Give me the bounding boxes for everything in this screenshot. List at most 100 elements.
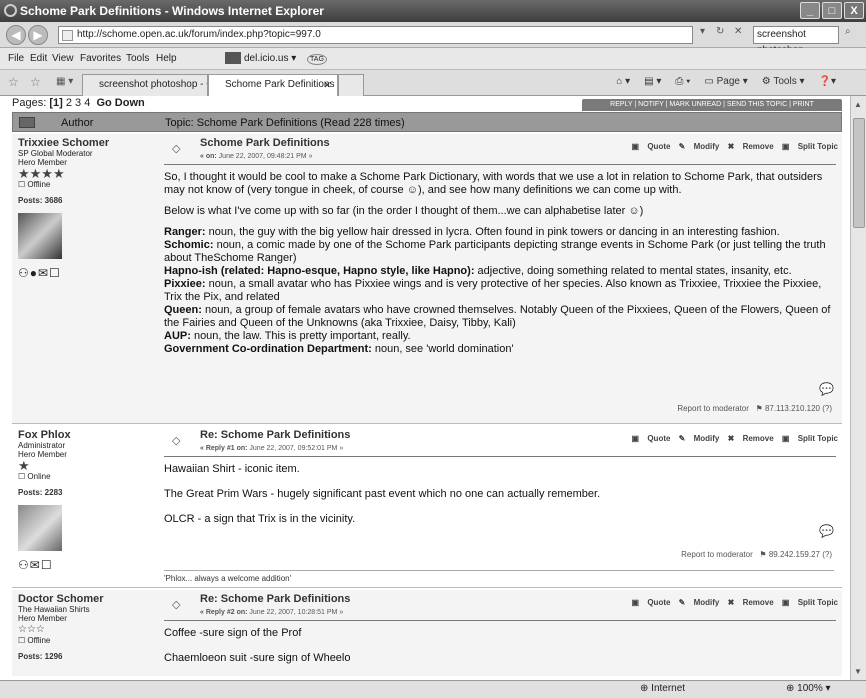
home-icon[interactable]: ⌂ ▾ xyxy=(616,76,630,87)
menu-bar: File Edit View Favorites Tools Help del.… xyxy=(0,48,866,70)
reply-bubble-icon[interactable]: 💬 xyxy=(819,382,834,396)
post-1-role1: SP Global Moderator xyxy=(18,149,93,158)
page-icon xyxy=(62,30,73,41)
url-input[interactable]: http://schome.open.ac.uk/forum/index.php… xyxy=(58,26,693,44)
minimize-button[interactable]: _ xyxy=(800,2,820,19)
post-1-status: Offline xyxy=(27,180,51,189)
stop-icon[interactable]: ✕ xyxy=(734,26,742,37)
back-icon[interactable]: ◀ xyxy=(6,25,26,45)
definition-text: noun, the law. This is pretty important,… xyxy=(190,330,411,342)
post-3-date-prefix: « Reply #2 on: xyxy=(200,609,248,616)
close-button[interactable]: X xyxy=(844,2,864,19)
topic-header-row: Author Topic: Schome Park Definitions (R… xyxy=(12,112,842,132)
page-menu[interactable]: ▭ Page ▾ xyxy=(704,76,747,87)
post-1-author[interactable]: Trixxiee Schomer xyxy=(18,137,146,149)
topic-actions-bar[interactable]: REPLY | NOTIFY | MARK UNREAD | SEND THIS… xyxy=(582,99,842,111)
page-link-2[interactable]: 2 xyxy=(66,97,72,109)
maximize-button[interactable]: □ xyxy=(822,2,842,19)
definition-item: Hapno-ish (related: Hapno-esque, Hapno s… xyxy=(164,265,836,278)
page-link-3[interactable]: 3 xyxy=(75,97,81,109)
search-input[interactable]: screenshot photoshop xyxy=(753,26,839,56)
definition-term: Government Co-ordination Department: xyxy=(164,343,372,355)
zoom-level: 100% xyxy=(797,683,823,694)
print-icon[interactable]: ⎙ ▾ xyxy=(675,76,690,87)
tab-close-icon[interactable]: ✕ xyxy=(323,75,331,95)
topic-column-header: Topic: Schome Park Definitions (Read 228… xyxy=(165,117,405,129)
menu-help[interactable]: Help xyxy=(156,53,177,64)
modify-button[interactable]: ✎ Modify xyxy=(679,142,720,151)
scroll-down-icon[interactable]: ▼ xyxy=(854,667,862,676)
modify-button[interactable]: ✎ Modify xyxy=(679,434,720,443)
scrollbar-thumb[interactable] xyxy=(853,118,865,228)
menu-edit[interactable]: Edit xyxy=(30,53,47,64)
modify-button[interactable]: ✎ Modify xyxy=(679,598,720,607)
split-label: Split Topic xyxy=(797,434,838,443)
vertical-scrollbar[interactable]: ▲ ▼ xyxy=(850,96,866,680)
tab-schome[interactable]: Schome Park Definitions ✕ xyxy=(208,74,338,96)
post-2-tools: ▣ Quote ✎ Modify ✖ Remove ▣ Split Topic xyxy=(626,434,838,443)
post-2-user-icons[interactable]: ⚇✉☐ xyxy=(18,559,146,571)
post-3-subject[interactable]: Re: Schome Park Definitions xyxy=(200,593,350,605)
tag-button[interactable]: TAG xyxy=(307,54,327,65)
ip-icon: ⚑ xyxy=(755,404,763,413)
new-tab-button[interactable] xyxy=(338,74,364,96)
post-2-subject[interactable]: Re: Schome Park Definitions xyxy=(200,429,350,441)
go-down-link[interactable]: Go Down xyxy=(96,97,144,109)
post-1: Trixxiee Schomer SP Global Moderator Her… xyxy=(12,134,842,424)
post-2-signature: 'Phlox... always a welcome addition' xyxy=(164,570,834,583)
post-3-main: ◇ Re: Schome Park Definitions « Reply #2… xyxy=(164,590,842,676)
quote-button[interactable]: ▣ Quote xyxy=(632,434,671,443)
split-topic-button[interactable]: ▣ Split Topic xyxy=(782,598,838,607)
menu-view[interactable]: View xyxy=(52,53,74,64)
page-link-4[interactable]: 4 xyxy=(84,97,90,109)
split-topic-button[interactable]: ▣ Split Topic xyxy=(782,142,838,151)
post-3-stars: ☆☆☆ xyxy=(18,624,45,635)
tools-menu[interactable]: ⚙ Tools ▾ xyxy=(762,76,805,87)
menu-file[interactable]: File xyxy=(8,53,24,64)
remove-button[interactable]: ✖ Remove xyxy=(728,598,774,607)
dropdown-icon[interactable]: ▾ xyxy=(700,26,705,37)
zoom-control[interactable]: ⊕ 100% ▾ xyxy=(786,683,831,694)
report-link[interactable]: Report to moderator xyxy=(681,550,753,559)
add-favorites-icon[interactable]: ☆ xyxy=(30,75,41,89)
post-3-author[interactable]: Doctor Schomer xyxy=(18,593,146,605)
menu-tools[interactable]: Tools xyxy=(126,53,149,64)
post-1-stars: ★★★★ xyxy=(18,166,65,181)
report-link[interactable]: Report to moderator xyxy=(677,404,749,413)
post-line: Coffee -sure sign of the Prof xyxy=(164,627,302,639)
tab-google[interactable]: screenshot photoshop - Goo... xyxy=(82,74,208,96)
modify-label: Modify xyxy=(693,598,720,607)
definition-item: Government Co-ordination Department: nou… xyxy=(164,343,836,356)
post-line: Hawaiian Shirt - iconic item. xyxy=(164,463,300,475)
quote-button[interactable]: ▣ Quote xyxy=(632,142,671,151)
post-1-user-icons[interactable]: ⚇●✉☐ xyxy=(18,267,146,279)
remove-button[interactable]: ✖ Remove xyxy=(728,142,774,151)
post-2-avatar xyxy=(18,505,62,551)
post-1-subject[interactable]: Schome Park Definitions xyxy=(200,137,330,149)
reply-bubble-icon[interactable]: 💬 xyxy=(819,524,834,538)
favorites-star-icon[interactable]: ☆ xyxy=(8,75,19,89)
scroll-up-icon[interactable]: ▲ xyxy=(854,100,862,109)
url-text: http://schome.open.ac.uk/forum/index.php… xyxy=(77,29,321,40)
post-1-subject-block: Schome Park Definitions « on: June 22, 2… xyxy=(200,138,330,162)
quote-button[interactable]: ▣ Quote xyxy=(632,598,671,607)
split-topic-button[interactable]: ▣ Split Topic xyxy=(782,434,838,443)
post-1-main: ◇ Schome Park Definitions « on: June 22,… xyxy=(164,134,842,424)
help-icon[interactable]: ❓▾ xyxy=(819,76,836,87)
refresh-icon[interactable]: ↻ xyxy=(716,26,724,37)
page-content: Pages: [1] 2 3 4 Go Down REPLY | NOTIFY … xyxy=(12,96,842,676)
search-icon[interactable]: ⌕ xyxy=(845,26,851,37)
post-2-author[interactable]: Fox Phlox xyxy=(18,429,146,441)
remove-button[interactable]: ✖ Remove xyxy=(728,434,774,443)
online-icon: ☐ xyxy=(18,472,26,481)
post-3-role2: Hero Member xyxy=(18,614,67,623)
post-2-count: Posts: 2283 xyxy=(18,488,63,497)
menu-favorites[interactable]: Favorites xyxy=(80,53,121,64)
feeds-icon[interactable]: ▤ ▾ xyxy=(644,76,661,87)
post-3-tools: ▣ Quote ✎ Modify ✖ Remove ▣ Split Topic xyxy=(626,598,838,607)
window-titlebar: Schome Park Definitions - Windows Intern… xyxy=(0,0,866,22)
delicious-button[interactable]: del.icio.us ▾ TAG xyxy=(225,51,327,67)
forward-icon[interactable]: ▶ xyxy=(28,25,48,45)
quick-tabs-icon[interactable]: ▦ ▾ xyxy=(56,76,73,87)
definition-term: Pixxiee: xyxy=(164,278,206,290)
